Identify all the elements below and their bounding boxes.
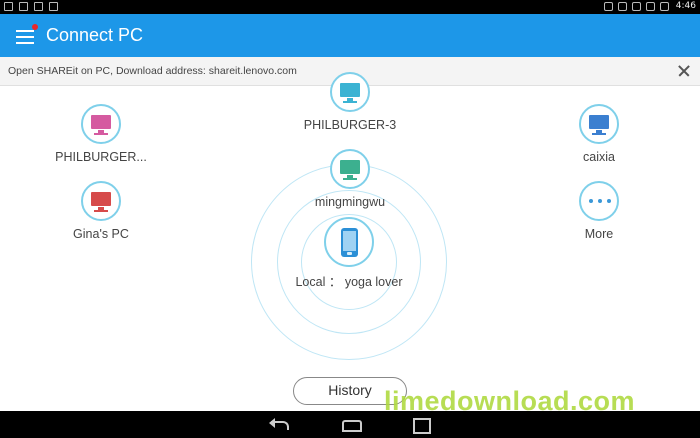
wifi-icon xyxy=(645,1,655,11)
monitor-icon xyxy=(91,192,111,206)
recent-apps-icon[interactable] xyxy=(408,416,434,434)
device-circle xyxy=(330,149,370,189)
alarm-icon xyxy=(631,1,641,11)
monitor-icon xyxy=(91,115,111,129)
app-bar: Connect PC xyxy=(0,14,700,57)
download-icon xyxy=(49,2,58,11)
more-icon xyxy=(589,199,611,203)
local-device: Local ： yoga lover xyxy=(279,217,419,290)
device-mingmingwu[interactable]: mingmingwu xyxy=(295,149,405,209)
local-label: Local ： yoga lover xyxy=(295,275,403,289)
device-circle xyxy=(330,72,370,112)
monitor-icon xyxy=(340,83,360,97)
device-ginas-pc[interactable]: Gina's PC xyxy=(46,181,156,241)
page-title: Connect PC xyxy=(46,25,144,45)
device-label: caixia xyxy=(583,150,615,164)
battery-icon xyxy=(659,1,669,11)
device-label: mingmingwu xyxy=(314,195,386,209)
more-circle xyxy=(579,181,619,221)
bluetooth-icon xyxy=(603,1,613,11)
device-philburger-3[interactable]: PHILBURGER-3 xyxy=(295,72,405,132)
image-icon xyxy=(34,2,43,11)
notification-icon xyxy=(4,2,13,11)
hamburger-icon xyxy=(16,30,34,32)
monitor-icon xyxy=(340,160,360,174)
more-label: More xyxy=(584,227,614,241)
menu-button[interactable] xyxy=(12,23,38,49)
history-button[interactable]: History xyxy=(293,377,407,405)
notification-icons xyxy=(4,2,58,11)
notification-dot xyxy=(32,24,38,30)
device-circle xyxy=(579,104,619,144)
status-bar: 4:46 xyxy=(0,0,700,14)
local-circle xyxy=(324,217,374,267)
more-button[interactable]: More xyxy=(544,181,654,241)
home-icon[interactable] xyxy=(338,416,364,432)
close-icon[interactable] xyxy=(674,61,694,81)
phone-icon xyxy=(341,228,358,257)
device-label: PHILBURGER-3 xyxy=(303,118,397,132)
device-philburger[interactable]: PHILBURGER... xyxy=(46,104,156,164)
banner-text: Open SHAREit on PC, Download address: sh… xyxy=(8,65,297,77)
mail-icon xyxy=(19,2,28,11)
screen: 4:46 Connect PC Open SHAREit on PC, Down… xyxy=(0,0,700,438)
monitor-icon xyxy=(589,115,609,129)
device-circle xyxy=(81,104,121,144)
navigation-bar xyxy=(0,411,700,438)
system-icons: 4:46 xyxy=(603,1,696,11)
device-label: PHILBURGER... xyxy=(55,150,147,164)
device-caixia[interactable]: caixia xyxy=(544,104,654,164)
mute-icon xyxy=(617,1,627,11)
device-label: Gina's PC xyxy=(73,227,129,241)
status-time: 4:46 xyxy=(675,1,696,11)
back-icon[interactable] xyxy=(267,416,293,432)
device-circle xyxy=(81,181,121,221)
